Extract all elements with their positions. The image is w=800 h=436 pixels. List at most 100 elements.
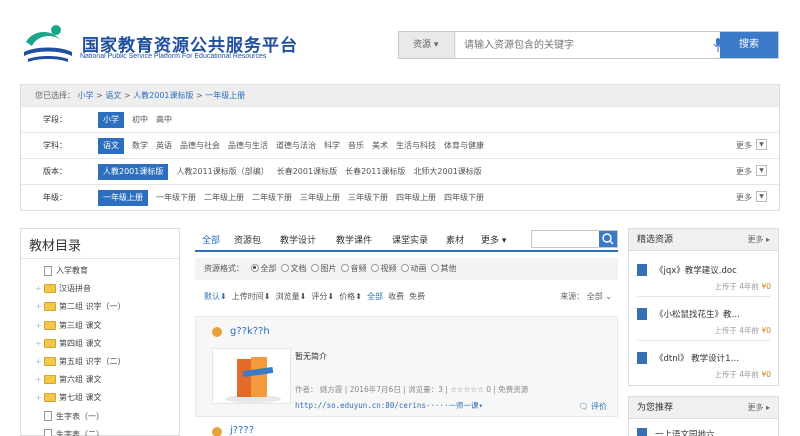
more-button[interactable]: 更多 ▼ [736, 185, 767, 211]
featured-header: 精选资源 更多 ▸ [629, 229, 778, 251]
tab-design[interactable]: 教学设计 [280, 233, 316, 246]
filter-option[interactable]: 三年级上册 [300, 185, 340, 211]
expand-icon[interactable]: + [35, 393, 44, 402]
resource-title[interactable]: j???? [230, 425, 254, 436]
filter-option[interactable]: 北师大2001课标版 [413, 159, 481, 185]
sort-default[interactable]: 默认⬇ [204, 292, 227, 301]
featured-more-link[interactable]: 更多 ▸ [747, 229, 770, 251]
tab-search-input[interactable] [531, 230, 618, 248]
filter-option[interactable]: 二年级下册 [252, 185, 292, 211]
tree-item-label: 生字表（二） [56, 429, 104, 436]
filter-option[interactable]: 品德与社会 [180, 133, 220, 159]
expand-icon[interactable]: + [35, 321, 44, 330]
tree-item[interactable]: + 第二组 识字（一） [35, 301, 126, 312]
more-button[interactable]: 更多 ▼ [736, 133, 767, 159]
filter-option[interactable]: 道德与法治 [276, 133, 316, 159]
expand-icon[interactable]: + [35, 375, 44, 384]
featured-item-title[interactable]: 《jqx》教学建议.doc [655, 264, 737, 276]
filter-option[interactable]: 生活与科技 [396, 133, 436, 159]
tree-item[interactable]: + 汉语拼音 [35, 283, 91, 294]
sort-upload-time[interactable]: 上传时间⬇ [232, 292, 271, 301]
format-option[interactable]: 图片 [307, 263, 337, 273]
filter-option[interactable]: 二年级上册 [204, 185, 244, 211]
filter-option[interactable]: 科学 [324, 133, 340, 159]
tree-item[interactable]: + 第五组 识字（二） [35, 356, 126, 367]
source-select[interactable]: 来源： 全部 ⌄ [560, 288, 612, 306]
format-option[interactable]: 文档 [277, 263, 307, 273]
tree-item[interactable]: 入学教育 [35, 265, 88, 276]
resource-thumbnail[interactable] [212, 348, 291, 404]
filter-option[interactable]: 一年级下册 [156, 185, 196, 211]
filter-option[interactable]: 长春2001课标版 [277, 159, 337, 185]
recommend-more-link[interactable]: 更多 ▸ [747, 397, 770, 419]
featured-item-meta: 上传于 4年前 ¥0 [714, 282, 771, 291]
search-type-label: 资源 [413, 40, 432, 50]
tab-all[interactable]: 全部 [202, 233, 220, 246]
filter-option[interactable]: 初中 [132, 107, 148, 133]
expand-icon[interactable]: + [35, 357, 44, 366]
filter-all[interactable]: 全部 [367, 292, 383, 301]
sort-price[interactable]: 价格⬍ [339, 292, 362, 301]
filter-option[interactable]: 品德与生活 [228, 133, 268, 159]
filter-label: 学段： [43, 115, 67, 124]
search-button[interactable]: 搜索 [720, 32, 778, 58]
search-icon[interactable] [599, 231, 617, 247]
document-icon [637, 428, 647, 436]
sort-views[interactable]: 浏览量⬇ [276, 292, 307, 301]
tree-item[interactable]: + 第六组 课文 [35, 374, 102, 385]
tab-record[interactable]: 课堂实录 [392, 233, 428, 246]
format-label: 资源格式： [204, 264, 244, 273]
breadcrumb-item[interactable]: 语文 [105, 91, 121, 100]
filter-option[interactable]: 音乐 [348, 133, 364, 159]
filter-option[interactable]: 高中 [156, 107, 172, 133]
filter-option[interactable]: 数学 [132, 133, 148, 159]
document-icon [637, 352, 647, 364]
search-type-select[interactable]: 资源 ▾ [399, 32, 455, 58]
filter-option[interactable]: 英语 [156, 133, 172, 159]
format-option[interactable]: 其他 [427, 263, 457, 273]
tab-material[interactable]: 素材 [446, 233, 464, 246]
expand-icon[interactable]: + [35, 339, 44, 348]
sort-rating[interactable]: 评分⬇ [311, 292, 334, 301]
featured-item-title[interactable]: 《dtnl》 教学设计1… [655, 352, 739, 364]
filter-option[interactable]: 人教2001课标版 [98, 164, 169, 180]
tab-package[interactable]: 资源包 [234, 233, 261, 246]
tree-item[interactable]: 生字表（二） [35, 429, 104, 436]
more-button[interactable]: 更多 ▼ [736, 159, 767, 185]
filter-free[interactable]: 免费 [409, 292, 425, 301]
expand-icon[interactable]: + [35, 302, 44, 311]
format-option[interactable]: 视频 [367, 263, 397, 273]
filter-option[interactable]: 四年级下册 [444, 185, 484, 211]
tree-item[interactable]: + 第七组 课文 [35, 392, 102, 403]
featured-item-title[interactable]: 《小松鼠找花生》教… [655, 308, 740, 320]
filter-option[interactable]: 四年级上册 [396, 185, 436, 211]
tree-item[interactable]: + 第三组 课文 [35, 320, 102, 331]
breadcrumb-item[interactable]: 小学 [78, 91, 94, 100]
filter-option[interactable]: 美术 [372, 133, 388, 159]
evaluate-button[interactable]: 🗨 评价 [578, 401, 607, 412]
format-option[interactable]: 动画 [397, 263, 427, 273]
tree-item[interactable]: + 第四组 课文 [35, 338, 102, 349]
filter-option[interactable]: 语文 [98, 138, 124, 154]
resource-url[interactable]: http://so.eduyun.cn:80/cerins·····一师一课▾ [295, 400, 483, 411]
breadcrumb-item[interactable]: 人教2001课标版 [133, 91, 193, 100]
format-option[interactable]: 音频 [337, 263, 367, 273]
search-input[interactable] [456, 32, 718, 58]
breadcrumb-item[interactable]: 一年级上册 [205, 91, 245, 100]
filter-option[interactable]: 小学 [98, 112, 124, 128]
filter-option[interactable]: 体育与健康 [444, 133, 484, 159]
filter-option[interactable]: 长春2011课标版 [345, 159, 405, 185]
tab-courseware[interactable]: 教学课件 [336, 233, 372, 246]
filter-option[interactable]: 一年级上册 [98, 190, 148, 206]
expand-icon[interactable]: + [35, 284, 44, 293]
site-logo[interactable] [22, 22, 74, 66]
resource-title[interactable]: g??k??h [230, 326, 270, 337]
folder-icon [44, 302, 56, 312]
tab-more[interactable]: 更多 ▾ [481, 233, 506, 246]
recommend-item-title[interactable]: 一上语文园地六 [655, 428, 715, 436]
filter-option[interactable]: 人教2011课标版（部编） [176, 159, 268, 185]
filter-option[interactable]: 三年级下册 [348, 185, 388, 211]
filter-paid[interactable]: 收费 [388, 292, 404, 301]
tree-item[interactable]: 生字表（一） [35, 411, 104, 422]
format-option[interactable]: 全部 [247, 263, 277, 273]
